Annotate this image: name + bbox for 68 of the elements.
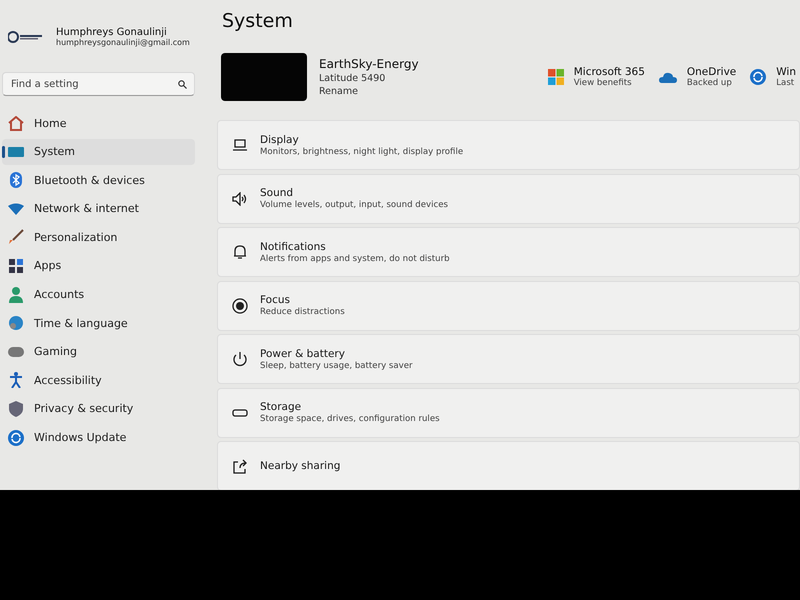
setting-description: Monitors, brightness, night light, display profile: [260, 146, 464, 156]
sync-icon: [8, 430, 24, 446]
setting-title: Power & battery: [260, 348, 346, 360]
power-icon: [232, 351, 248, 367]
company-logo-icon: [8, 31, 44, 43]
setting-description: Storage space, drives, configuration rules: [260, 414, 440, 424]
setting-description: Volume levels, output, input, sound devices: [260, 200, 448, 210]
setting-title: Notifications: [260, 240, 327, 252]
setting-title: Sound: [260, 187, 294, 199]
share-icon: [232, 458, 248, 474]
focus-icon: [232, 298, 248, 314]
laptop-icon: [232, 139, 248, 151]
setting-title: Display: [260, 134, 300, 146]
service-status: View benefits: [574, 78, 633, 88]
settings-card[interactable]: Sound Volume levels, output, input, sound devices: [217, 174, 800, 224]
sidebar-item[interactable]: Accessibility: [2, 367, 195, 394]
sidebar-item[interactable]: Gaming: [2, 338, 195, 365]
sidebar-item[interactable]: Windows Update: [2, 424, 195, 451]
bluetooth-icon: [10, 172, 22, 188]
page-title: System: [222, 10, 294, 32]
sidebar-item[interactable]: Network & internet: [2, 196, 195, 222]
service-title[interactable]: Win: [776, 66, 796, 78]
service-title[interactable]: OneDrive: [686, 66, 736, 78]
search-icon: [178, 80, 187, 89]
monitor-icon: [8, 146, 24, 158]
settings-card[interactable]: Nearby sharing: [217, 441, 800, 490]
bell-icon: [233, 244, 247, 260]
shield-icon: [9, 400, 23, 417]
house-icon: [8, 116, 24, 130]
four-squares-logo-icon: [548, 69, 564, 85]
settings-card[interactable]: Storage Storage space, drives, configuration rules: [217, 388, 800, 438]
brush-icon: [8, 229, 24, 246]
setting-title: Nearby sharing: [260, 460, 340, 472]
account-name: Humphreys Gonaulinji: [56, 27, 168, 38]
accessibility-icon: [9, 372, 23, 388]
rename-link[interactable]: Rename: [319, 86, 419, 97]
selection-indicator: [2, 146, 5, 158]
cloud-icon: [658, 71, 677, 83]
account-email: humphreysgonaulinji@gmail.com: [56, 38, 190, 47]
sync-icon: [750, 69, 766, 85]
service-status: Backed up: [686, 78, 733, 88]
sidebar-item[interactable]: Home: [2, 110, 195, 136]
apps-icon: [9, 258, 23, 273]
person-icon: [9, 286, 23, 303]
device-model: Latitude 5490: [319, 73, 386, 84]
sidebar-item[interactable]: System: [2, 138, 195, 165]
wifi-icon: [8, 202, 24, 215]
service-title[interactable]: Microsoft 365: [574, 66, 645, 78]
sidebar-item[interactable]: Bluetooth & devices: [2, 167, 195, 194]
device-name: EarthSky-Energy: [319, 57, 419, 71]
setting-title: Storage: [260, 401, 302, 413]
speaker-icon: [232, 192, 248, 206]
setting-description: Alerts from apps and system, do not disturb: [260, 254, 450, 264]
sidebar-item[interactable]: Apps: [2, 252, 195, 279]
settings-card[interactable]: Notifications Alerts from apps and system, do not disturb: [217, 227, 800, 277]
search-field[interactable]: Find a setting: [2, 72, 195, 96]
sidebar-item[interactable]: Accounts: [2, 282, 195, 308]
settings-card[interactable]: Display Monitors, brightness, night light, display profile: [217, 120, 800, 170]
setting-title: Focus: [260, 294, 291, 306]
setting-description: Sleep, battery usage, battery saver: [260, 360, 413, 370]
settings-card[interactable]: Focus Reduce distractions: [217, 280, 800, 330]
sidebar-item[interactable]: Privacy & security: [2, 396, 195, 422]
settings-card[interactable]: Power & battery Sleep, battery usage, battery saver: [217, 334, 800, 384]
drive-icon: [232, 408, 248, 416]
service-status: Last: [776, 78, 796, 88]
sidebar-item[interactable]: Personalization: [2, 224, 195, 250]
setting-description: Reduce distractions: [260, 307, 345, 317]
sidebar-item[interactable]: Time & language: [2, 310, 195, 336]
